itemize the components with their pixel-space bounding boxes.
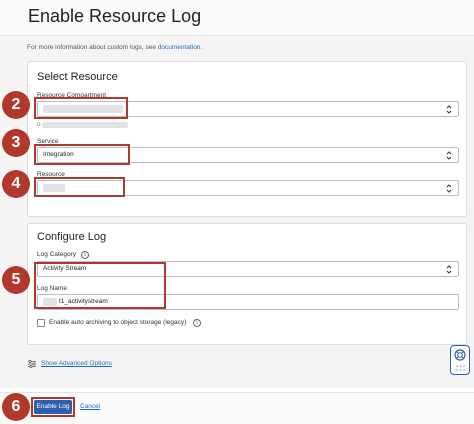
step-badge-2: 2 — [2, 91, 30, 119]
compartment-path-redacted — [42, 122, 128, 128]
highlight-enable-button — [31, 397, 75, 417]
configure-log-heading: Configure Log — [37, 231, 107, 243]
documentation-link[interactable]: documentation — [158, 44, 201, 51]
info-prefix: For more information about custom logs, … — [27, 44, 158, 51]
info-suffix: . — [200, 44, 203, 51]
info-icon: i — [81, 251, 89, 259]
highlight-configure-log — [34, 262, 166, 309]
chevron-updown-icon — [446, 105, 452, 114]
compartment-path-prefix: o — [37, 121, 41, 128]
step-badge-5: 5 — [2, 266, 30, 294]
archive-checkbox[interactable] — [37, 319, 45, 327]
show-advanced-options-link[interactable]: Show Advanced Options — [41, 360, 112, 367]
dots-grid-icon — [456, 365, 465, 371]
step-badge-6: 6 — [2, 393, 30, 421]
cancel-link[interactable]: Cancel — [80, 403, 100, 410]
help-widget[interactable] — [450, 345, 470, 375]
highlight-service — [34, 144, 130, 165]
step-badge-4: 4 — [2, 170, 30, 198]
info-text: For more information about custom logs, … — [27, 44, 202, 51]
page-title: Enable Resource Log — [28, 6, 202, 26]
chevron-updown-icon — [446, 151, 452, 160]
highlight-resource — [34, 177, 125, 197]
chevron-updown-icon — [446, 184, 452, 193]
highlight-compartment — [34, 97, 128, 119]
log-category-label: Log Category — [37, 251, 77, 258]
chevron-updown-icon — [446, 265, 452, 274]
lifebuoy-icon — [454, 349, 466, 361]
info-icon: i — [193, 319, 201, 327]
sliders-icon — [28, 360, 36, 368]
select-resource-heading: Select Resource — [37, 71, 118, 83]
archive-label: Enable auto archiving to object storage … — [49, 319, 187, 326]
step-badge-3: 3 — [2, 129, 30, 157]
